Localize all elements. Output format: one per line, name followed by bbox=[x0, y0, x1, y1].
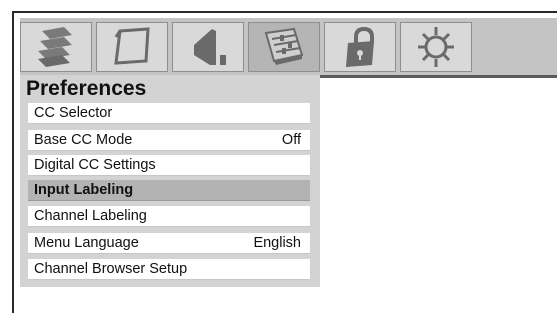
tab-setup[interactable] bbox=[20, 22, 92, 72]
audio-icon bbox=[194, 29, 226, 65]
menu-item-label: Digital CC Settings bbox=[34, 157, 156, 173]
menu-item-label: CC Selector bbox=[34, 105, 113, 121]
settings-gear-icon bbox=[418, 27, 454, 67]
menu-item-input-labeling[interactable]: Input Labeling bbox=[28, 180, 310, 201]
menu-item-label: Input Labeling bbox=[34, 182, 134, 198]
menu-item-base-cc-mode[interactable]: Base CC Mode Off bbox=[28, 130, 310, 151]
picture-icon bbox=[114, 27, 150, 65]
menu-item-digital-cc-settings[interactable]: Digital CC Settings bbox=[28, 155, 310, 176]
tab-picture[interactable] bbox=[96, 22, 168, 72]
menu-item-menu-language[interactable]: Menu Language English bbox=[28, 233, 310, 254]
panel-title: Preferences bbox=[26, 77, 147, 100]
menu-item-label: Base CC Mode bbox=[34, 132, 133, 148]
menu-icon-bar bbox=[20, 18, 557, 78]
menu-item-cc-selector[interactable]: CC Selector bbox=[28, 103, 310, 124]
setup-list-icon bbox=[38, 27, 72, 67]
tab-preferences[interactable] bbox=[248, 22, 320, 72]
menu-item-value: English bbox=[253, 235, 301, 251]
tab-lock[interactable] bbox=[324, 22, 396, 72]
menu-item-label: Channel Browser Setup bbox=[34, 261, 188, 277]
preferences-icon bbox=[264, 27, 304, 65]
menu-item-label: Channel Labeling bbox=[34, 208, 147, 224]
menu-item-channel-labeling[interactable]: Channel Labeling bbox=[28, 206, 310, 227]
menu-item-label: Menu Language bbox=[34, 235, 139, 251]
menu-item-channel-browser-setup[interactable]: Channel Browser Setup bbox=[28, 259, 310, 280]
menu-item-value: Off bbox=[281, 132, 301, 148]
tab-settings[interactable] bbox=[400, 22, 472, 72]
preferences-panel: Preferences CC Selector Base CC Mode Off… bbox=[20, 75, 320, 287]
tab-audio[interactable] bbox=[172, 22, 244, 72]
lock-icon bbox=[346, 26, 374, 67]
